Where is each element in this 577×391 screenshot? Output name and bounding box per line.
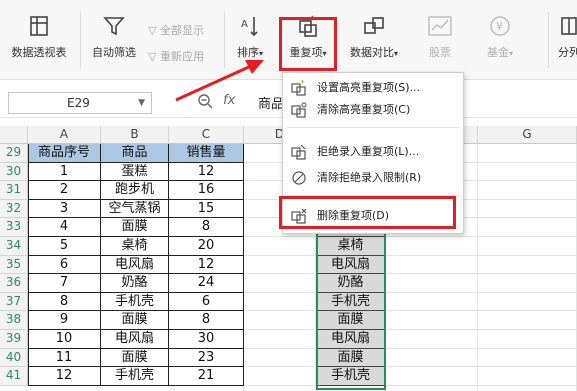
menu-item-label: 清除高亮重复项(C): [317, 103, 411, 116]
menu-item-set-highlight-duplicates[interactable]: 设置高亮重复项(S)...: [283, 77, 463, 99]
clear-restriction-icon: [291, 170, 307, 194]
menu-item-clear-highlight-duplicates[interactable]: 清除高亮重复项(C): [283, 99, 463, 121]
spreadsheet-window: 数据透视表 自动筛选 ▽ 全部显示 ▽ 重新应用 A 排序▾ 重复项▾ 数据对比…: [0, 0, 577, 391]
menu-item-reject-duplicate-entry[interactable]: 拒绝录入重复项(L)...: [283, 141, 463, 163]
remove-duplicates-highlight-box: [279, 196, 456, 229]
menu-divider: [287, 127, 459, 128]
menu-item-label: 清除拒绝录入限制(R): [317, 171, 422, 184]
clear-highlight-icon: [291, 102, 307, 126]
duplicates-highlight-box: [279, 17, 337, 71]
menu-item-label: 拒绝录入重复项(L)...: [317, 145, 420, 158]
reject-duplicates-icon: [291, 144, 307, 168]
menu-item-clear-reject-restriction[interactable]: 清除拒绝录入限制(R): [283, 167, 463, 189]
menu-item-label: 设置高亮重复项(S)...: [317, 81, 421, 94]
